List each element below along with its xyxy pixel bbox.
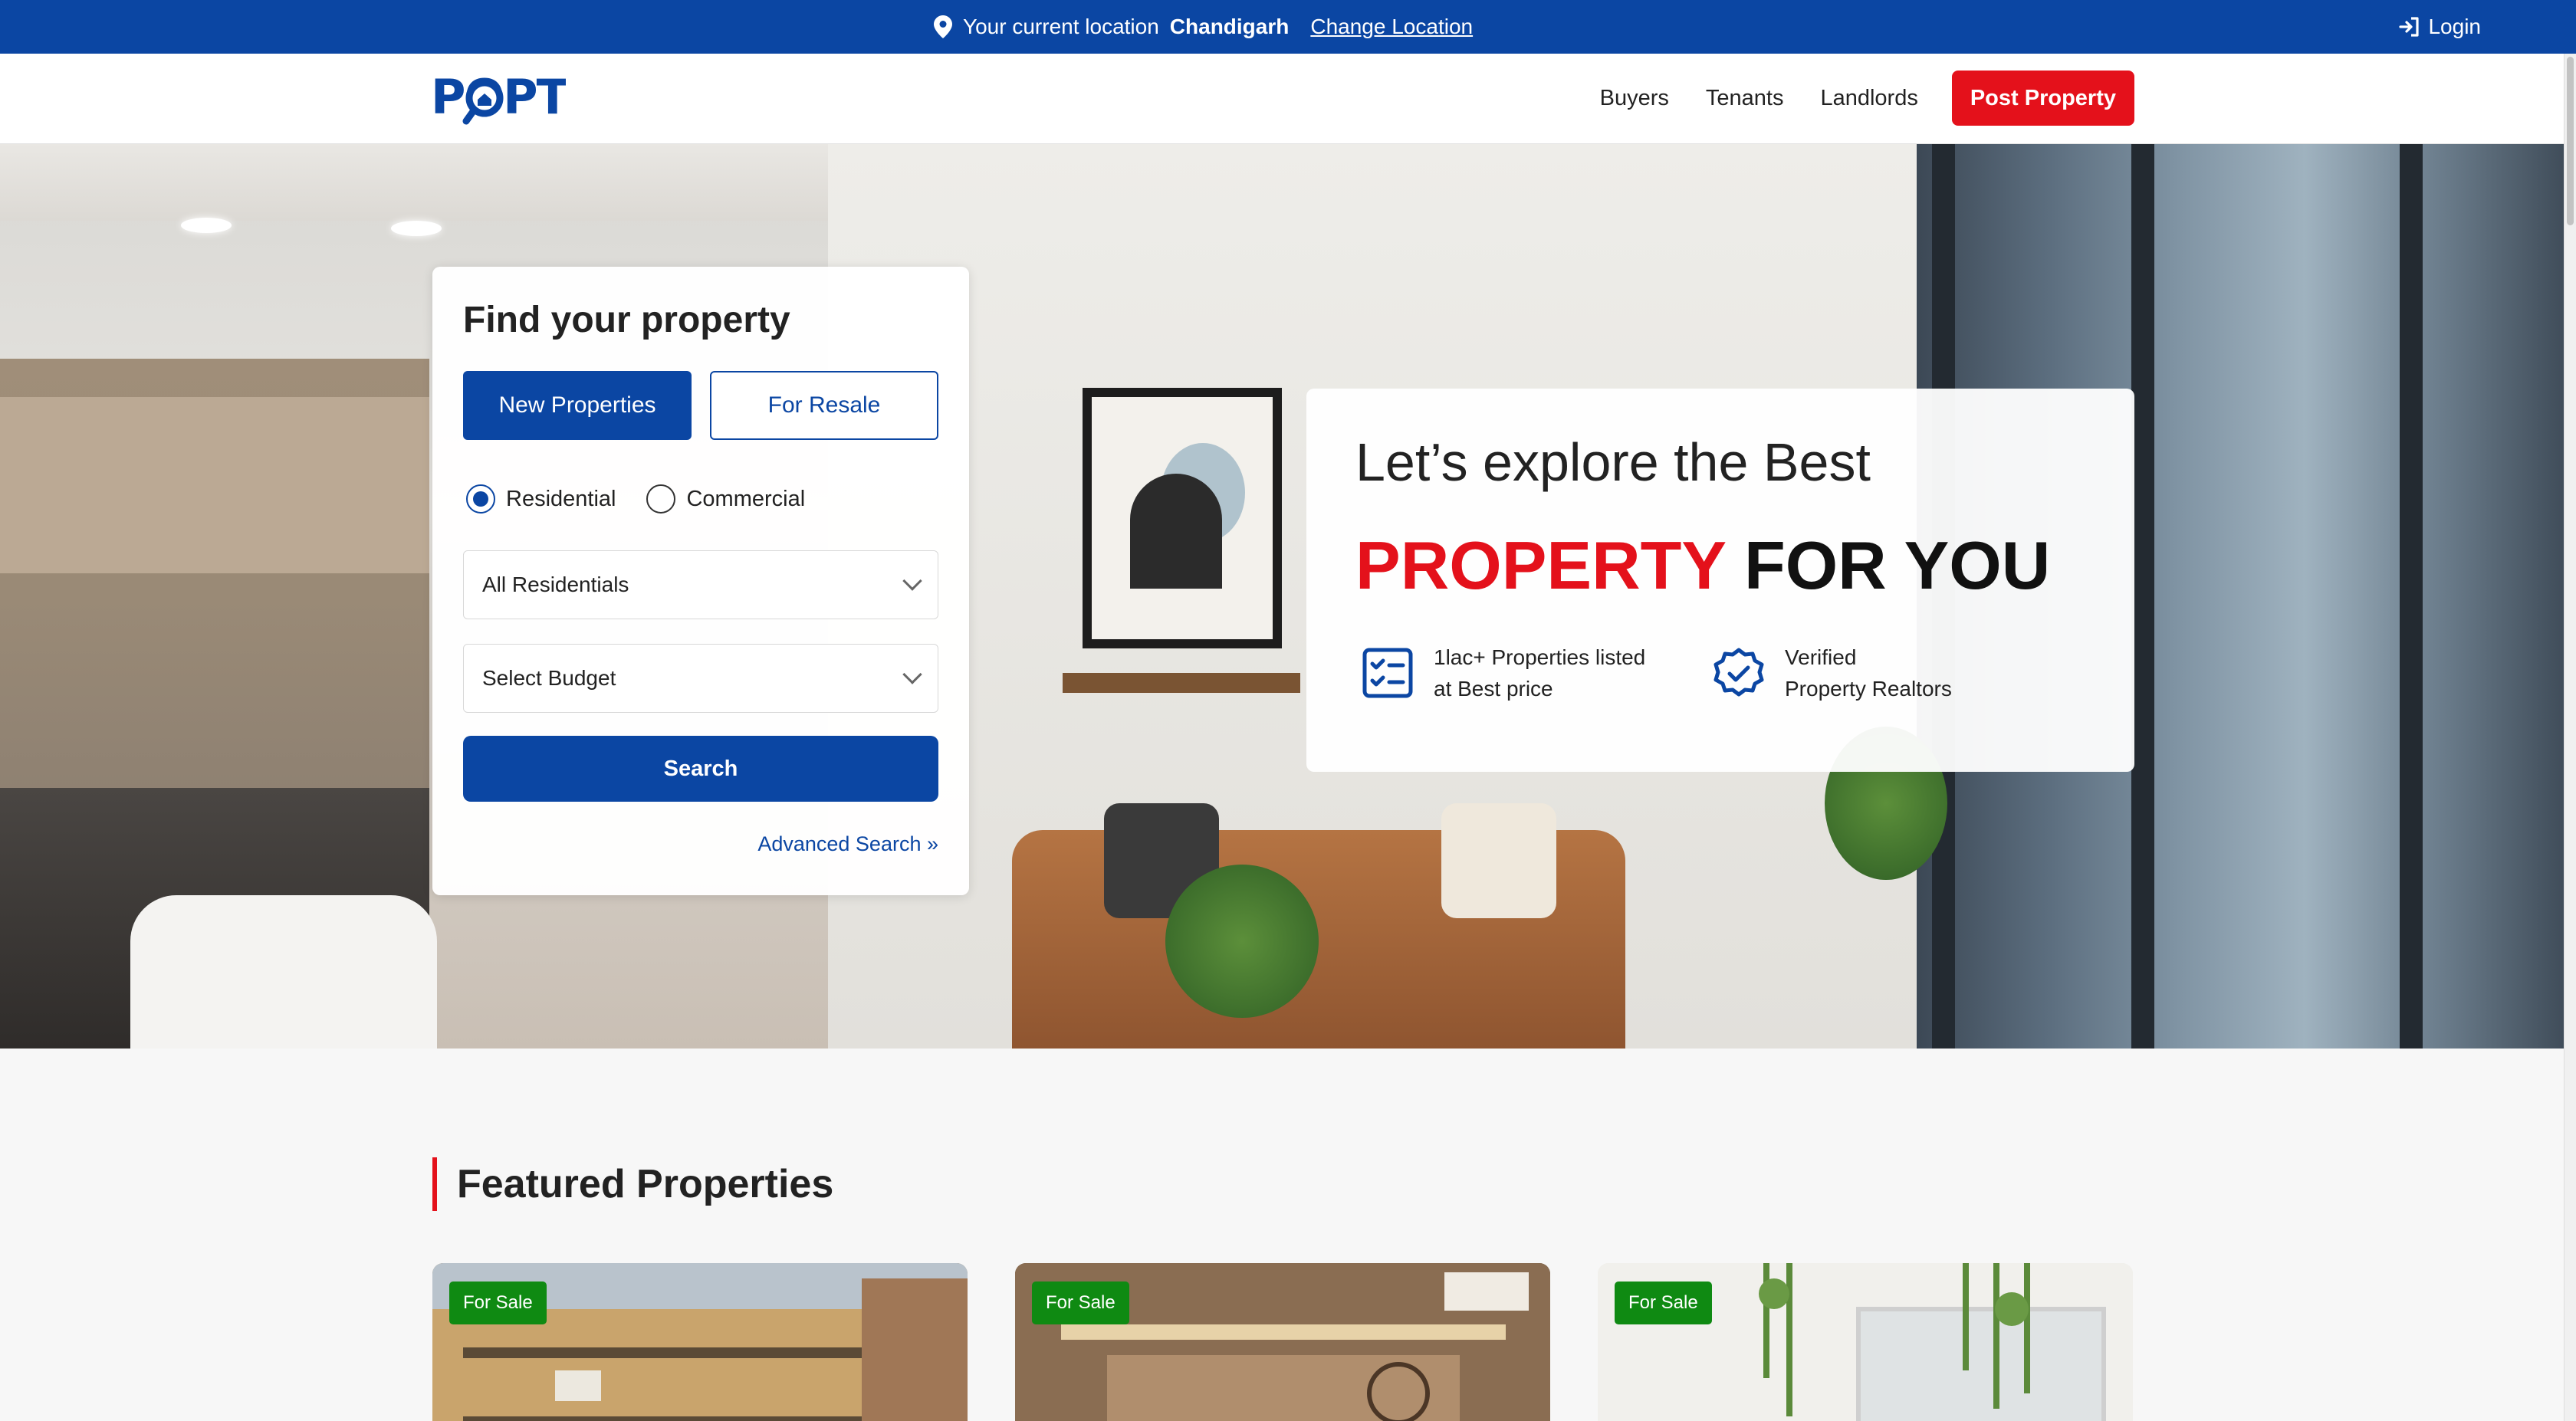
radio-residential-circle[interactable] xyxy=(466,484,495,514)
property-search-card: Find your property New Properties For Re… xyxy=(432,267,969,895)
feature-line: Verified xyxy=(1785,645,1857,669)
property-card[interactable]: For Sale xyxy=(1015,1263,1550,1421)
login-icon xyxy=(2399,17,2420,37)
advanced-search-link[interactable]: Advanced Search » xyxy=(757,832,938,856)
hero-kitchen-backsplash xyxy=(0,397,429,573)
checklist-icon xyxy=(1362,648,1413,698)
feature-verified-text: Verified Property Realtors xyxy=(1785,642,1952,704)
radio-residential-label: Residential xyxy=(506,486,616,511)
for-sale-badge: For Sale xyxy=(1615,1282,1712,1324)
hero-banner: Find your property New Properties For Re… xyxy=(0,144,2564,1049)
property-category-radios: Residential Commercial xyxy=(466,484,805,514)
featured-properties-heading: Featured Properties xyxy=(432,1157,833,1211)
radio-commercial[interactable]: Commercial xyxy=(646,484,805,514)
sofa-cushion xyxy=(1441,803,1556,918)
nav-buyers[interactable]: Buyers xyxy=(1600,86,1669,111)
radio-residential[interactable]: Residential xyxy=(466,484,616,514)
promo-highlight: PROPERTY xyxy=(1355,527,1726,603)
feature-line: 1lac+ Properties listed xyxy=(1434,645,1646,669)
ceiling-light xyxy=(181,218,232,233)
login-label: Login xyxy=(2428,15,2481,38)
chevron-down-icon xyxy=(902,571,922,591)
map-pin-icon xyxy=(934,15,952,38)
property-card[interactable]: For Sale xyxy=(432,1263,968,1421)
search-card-title: Find your property xyxy=(463,300,790,340)
window-mullion xyxy=(2131,144,2154,1049)
verified-badge-icon xyxy=(1714,648,1764,697)
tab-new-properties[interactable]: New Properties xyxy=(463,371,692,440)
nav-landlords[interactable]: Landlords xyxy=(1820,86,1917,111)
for-sale-badge: For Sale xyxy=(449,1282,547,1324)
post-property-button[interactable]: Post Property xyxy=(1951,71,2134,126)
window-mullion xyxy=(2400,144,2423,1049)
feature-line: Property Realtors xyxy=(1785,677,1952,701)
promo-subheadline: PROPERTY FOR YOU xyxy=(1355,527,2050,605)
feature-line: at Best price xyxy=(1434,677,1553,701)
property-type-select[interactable]: All Residentials xyxy=(463,550,938,619)
search-button[interactable]: Search xyxy=(463,736,938,802)
budget-select[interactable]: Select Budget xyxy=(463,644,938,713)
wall-shelf xyxy=(1063,673,1300,693)
feature-properties-listed: 1lac+ Properties listed at Best price xyxy=(1362,642,1645,704)
budget-value: Select Budget xyxy=(482,666,616,690)
location-bar: Your current location Chandigarh Change … xyxy=(0,0,2576,54)
site-header: POPT Buyers Tenants Landlords Post Prope… xyxy=(0,54,2564,144)
hero-plant xyxy=(1165,865,1319,1018)
radio-commercial-circle[interactable] xyxy=(646,484,676,514)
feature-properties-text: 1lac+ Properties listed at Best price xyxy=(1434,642,1645,704)
hero-armchair xyxy=(130,895,437,1049)
login-button[interactable]: Login xyxy=(2399,0,2481,54)
promo-highlight-rest: FOR YOU xyxy=(1743,527,2051,603)
tab-for-resale[interactable]: For Resale xyxy=(710,371,938,440)
main-nav: Buyers Tenants Landlords Post Property xyxy=(1600,71,2134,126)
location-city: Chandigarh xyxy=(1169,15,1290,38)
page-scrollbar[interactable] xyxy=(2564,54,2576,1421)
site-logo[interactable]: POPT xyxy=(431,69,566,130)
radio-commercial-label: Commercial xyxy=(686,486,806,511)
property-card[interactable]: For Sale xyxy=(1598,1263,2133,1421)
for-sale-badge: For Sale xyxy=(1032,1282,1129,1324)
nav-tenants[interactable]: Tenants xyxy=(1706,86,1784,111)
logo-mark: POPT xyxy=(431,69,566,125)
promo-headline: Let’s explore the Best xyxy=(1355,432,1871,492)
hero-promo-card: Let’s explore the Best PROPERTY FOR YOU … xyxy=(1306,389,2134,772)
chevron-down-icon xyxy=(902,665,922,684)
location-prefix: Your current location xyxy=(963,15,1159,38)
scrollbar-thumb[interactable] xyxy=(2567,57,2574,225)
ceiling-light xyxy=(391,221,442,236)
wall-art-frame xyxy=(1083,388,1282,648)
property-type-value: All Residentials xyxy=(482,573,629,596)
feature-verified-realtors: Verified Property Realtors xyxy=(1713,642,1952,704)
wall-art-shape xyxy=(1130,474,1222,589)
change-location-link[interactable]: Change Location xyxy=(1310,15,1473,39)
current-location: Your current location Chandigarh Change … xyxy=(934,0,1473,54)
